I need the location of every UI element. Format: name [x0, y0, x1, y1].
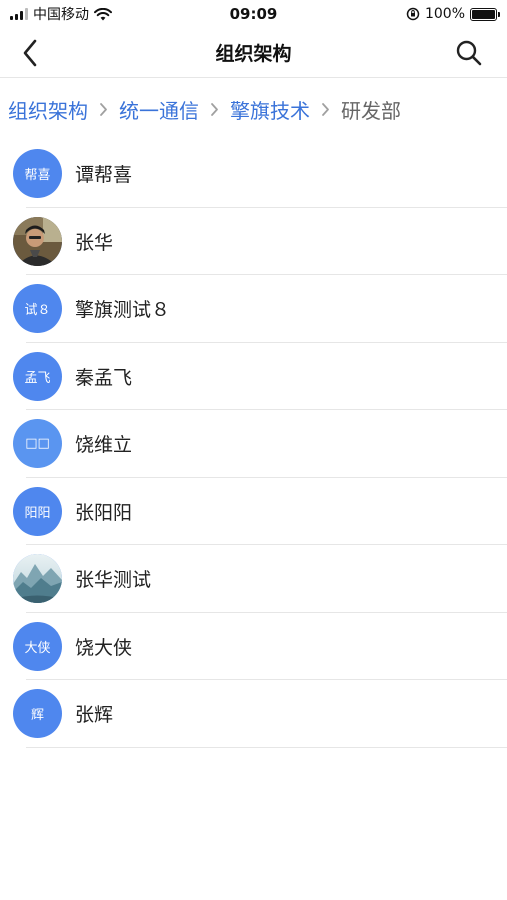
- member-name: 秦孟飞: [75, 366, 133, 389]
- member-name: 张阳阳: [75, 501, 133, 524]
- avatar: 辉: [13, 689, 62, 739]
- breadcrumb-item-uc[interactable]: 统一通信: [119, 95, 199, 124]
- avatar: 帮喜: [13, 149, 62, 199]
- page-title: 组织架构: [215, 43, 292, 65]
- member-name: 张辉: [75, 704, 114, 727]
- nav-bar: 组织架构: [0, 28, 507, 78]
- chevron-right-icon: [321, 102, 330, 117]
- orientation-lock-icon: [406, 7, 420, 21]
- chevron-left-icon: [23, 39, 37, 67]
- breadcrumb-item-current: 研发部: [341, 98, 401, 123]
- chevron-right-icon: [210, 102, 219, 117]
- member-row[interactable]: 阳阳 张阳阳: [0, 478, 507, 546]
- member-name: 谭帮喜: [75, 164, 133, 187]
- member-row[interactable]: 张华测试: [0, 545, 507, 613]
- battery-percent: 100%: [424, 6, 465, 22]
- signal-icon: [10, 8, 28, 20]
- member-name: 张华: [75, 231, 114, 254]
- member-list: 帮喜 谭帮喜 张华 试８ 擎旗测试８ 孟飞 秦孟飞 □□ 饶维立 阳阳 张阳阳 …: [0, 140, 507, 748]
- avatar: 阳阳: [13, 486, 62, 536]
- status-left: 中国移动: [10, 4, 112, 24]
- chevron-right-icon: [99, 102, 108, 117]
- member-row[interactable]: □□ 饶维立: [0, 410, 507, 478]
- member-name: 饶大侠: [75, 636, 133, 659]
- search-button[interactable]: [451, 35, 487, 71]
- breadcrumb: 组织架构 统一通信 擎旗技术 研发部: [8, 86, 401, 132]
- member-name: 饶维立: [75, 434, 133, 457]
- avatar: □□: [13, 419, 62, 469]
- member-row[interactable]: 孟飞 秦孟飞: [0, 343, 507, 411]
- wifi-icon: [94, 7, 112, 20]
- avatar: 大侠: [13, 621, 62, 671]
- member-row[interactable]: 辉 张辉: [0, 680, 507, 748]
- avatar: 试８: [13, 284, 62, 334]
- breadcrumb-item-company[interactable]: 擎旗技术: [230, 95, 310, 124]
- breadcrumb-item-org[interactable]: 组织架构: [8, 95, 88, 124]
- back-button[interactable]: [12, 35, 48, 71]
- avatar-photo: [13, 216, 62, 266]
- member-row[interactable]: 张华: [0, 208, 507, 276]
- member-row[interactable]: 大侠 饶大侠: [0, 613, 507, 681]
- avatar-photo: [13, 554, 62, 604]
- carrier-label: 中国移动: [33, 7, 89, 23]
- member-name: 张华测试: [75, 569, 152, 592]
- member-row[interactable]: 帮喜 谭帮喜: [0, 140, 507, 208]
- status-bar: 中国移动 09:09 100%: [0, 0, 507, 28]
- status-right: 100%: [406, 6, 500, 22]
- battery-icon: [470, 7, 500, 21]
- member-row[interactable]: 试８ 擎旗测试８: [0, 275, 507, 343]
- avatar: 孟飞: [13, 351, 62, 401]
- search-icon: [456, 40, 482, 66]
- member-name: 擎旗测试８: [75, 299, 171, 322]
